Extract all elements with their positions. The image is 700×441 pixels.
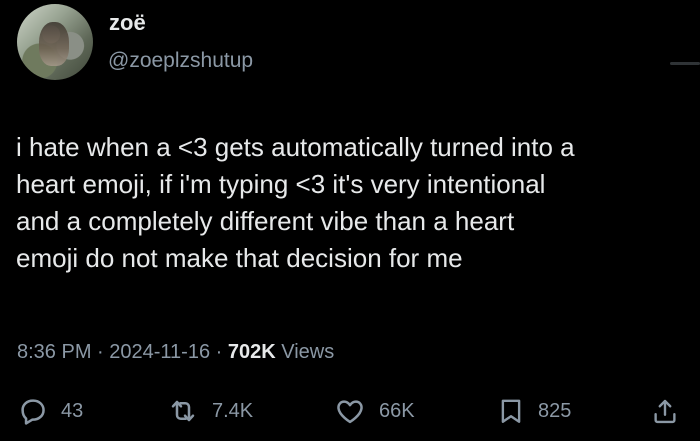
divider xyxy=(670,62,700,65)
share-icon xyxy=(650,395,680,427)
views-label: Views xyxy=(275,341,335,363)
repost-button[interactable]: 7.4K xyxy=(166,393,253,429)
avatar-photo xyxy=(39,22,69,66)
meta-separator: · xyxy=(91,341,110,363)
repost-count: 7.4K xyxy=(212,399,254,422)
bookmark-button[interactable]: 825 xyxy=(496,393,571,429)
like-button[interactable]: 66K xyxy=(333,393,415,429)
bookmark-count: 825 xyxy=(538,399,572,422)
tweet: zoë @zoeplzshutup i hate when a <3 gets … xyxy=(0,0,700,441)
action-bar: 43 7.4K 66K 825 xyxy=(0,393,700,429)
tweet-meta: 8:36 PM · 2024-11-16 · 702K Views xyxy=(17,339,334,365)
reply-icon xyxy=(17,395,49,427)
reply-button[interactable]: 43 xyxy=(17,393,83,429)
meta-separator: · xyxy=(210,341,228,363)
tweet-time[interactable]: 8:36 PM xyxy=(17,341,91,363)
reply-count: 43 xyxy=(61,399,84,422)
like-count: 66K xyxy=(379,399,415,422)
views-count: 702K xyxy=(227,341,276,363)
heart-icon xyxy=(333,395,367,427)
display-name[interactable]: zoë xyxy=(109,10,146,36)
tweet-date[interactable]: 2024-11-16 xyxy=(109,341,210,363)
bookmark-icon xyxy=(496,395,526,427)
share-button[interactable] xyxy=(650,393,680,429)
user-handle[interactable]: @zoeplzshutup xyxy=(108,48,253,74)
avatar[interactable] xyxy=(17,4,93,80)
repost-icon xyxy=(166,395,200,427)
tweet-text: i hate when a <3 gets automatically turn… xyxy=(16,132,575,273)
